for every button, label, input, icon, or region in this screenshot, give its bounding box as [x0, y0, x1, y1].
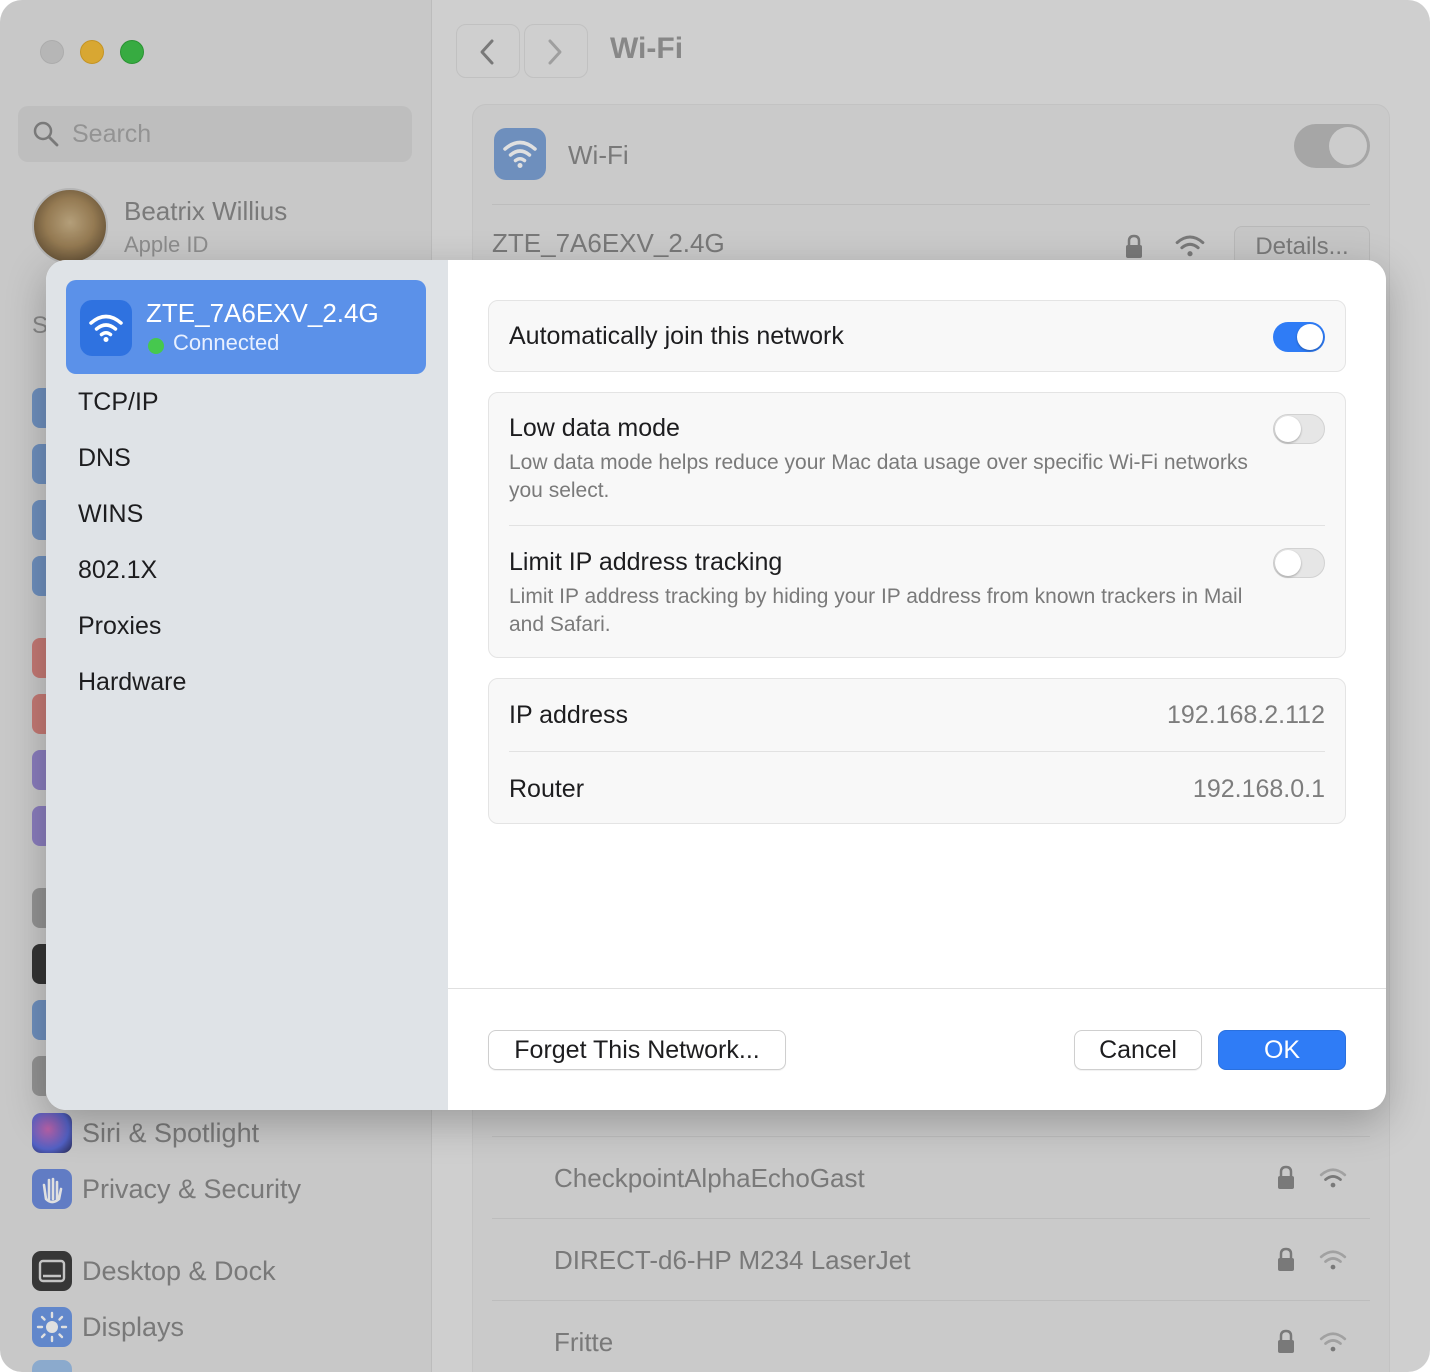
- network-name: ZTE_7A6EXV_2.4G: [146, 298, 379, 328]
- divider: [509, 751, 1325, 752]
- auto-join-group: Automatically join this network: [488, 300, 1346, 372]
- forget-network-button[interactable]: Forget This Network...: [488, 1030, 786, 1070]
- low-data-mode-description: Low data mode helps reduce your Mac data…: [509, 451, 1248, 502]
- sidebar-item-wins[interactable]: WINS: [78, 500, 143, 529]
- limit-ip-tracking-toggle[interactable]: [1273, 548, 1325, 578]
- limit-ip-tracking-label: Limit IP address tracking: [509, 548, 783, 576]
- network-header[interactable]: ZTE_7A6EXV_2.4G Connected: [66, 280, 426, 374]
- sidebar-item-tcpip[interactable]: TCP/IP: [78, 388, 159, 417]
- router-value: 192.168.0.1: [1192, 775, 1325, 803]
- ok-button[interactable]: OK: [1218, 1030, 1346, 1070]
- sidebar-item-dns[interactable]: DNS: [78, 444, 131, 473]
- sidebar-item-proxies[interactable]: Proxies: [78, 612, 161, 641]
- address-info-group: IP address 192.168.2.112 Router 192.168.…: [488, 678, 1346, 824]
- sheet-content: Automatically join this network Low data…: [448, 260, 1386, 1110]
- auto-join-label: Automatically join this network: [509, 322, 844, 350]
- connection-status: Connected: [173, 330, 280, 355]
- sheet-sidebar: ZTE_7A6EXV_2.4G Connected TCP/IP DNS WIN…: [46, 260, 448, 1110]
- ip-address-label: IP address: [509, 701, 629, 729]
- cancel-button[interactable]: Cancel: [1074, 1030, 1202, 1070]
- privacy-options-group: Low data mode Low data mode helps reduce…: [488, 392, 1346, 658]
- divider: [509, 525, 1325, 526]
- sidebar-item-8021x[interactable]: 802.1X: [78, 556, 157, 585]
- low-data-mode-label: Low data mode: [509, 414, 680, 442]
- footer-divider: [448, 988, 1386, 989]
- limit-ip-tracking-description: Limit IP address tracking by hiding your…: [509, 585, 1243, 636]
- low-data-mode-toggle[interactable]: [1273, 414, 1325, 444]
- network-details-sheet: ZTE_7A6EXV_2.4G Connected TCP/IP DNS WIN…: [46, 260, 1386, 1110]
- wifi-icon: [80, 300, 132, 356]
- auto-join-toggle[interactable]: [1273, 322, 1325, 352]
- ip-address-value: 192.168.2.112: [1166, 701, 1325, 729]
- router-label: Router: [509, 775, 585, 803]
- connected-status-dot: [148, 338, 164, 354]
- sidebar-item-hardware[interactable]: Hardware: [78, 668, 186, 697]
